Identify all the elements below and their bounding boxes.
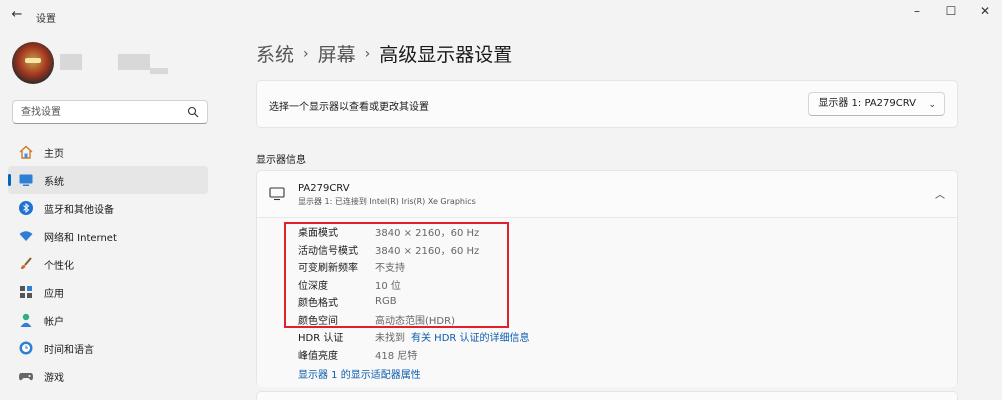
sidebar-item-apps[interactable]: 应用 xyxy=(8,278,208,306)
highlight-annotation-box xyxy=(284,222,509,328)
wifi-icon xyxy=(19,231,33,241)
sidebar-item-label: 个性化 xyxy=(44,260,74,272)
maximize-button[interactable]: ☐ xyxy=(934,0,968,24)
breadcrumb-separator: › xyxy=(364,45,371,62)
sidebar: 主页 系统 蓝牙和其他设备 网络和 Internet xyxy=(0,32,220,400)
select-display-card: 选择一个显示器以查看或更改其设置 显示器 1: PA279CRV ⌄ xyxy=(256,80,958,128)
clock-globe-icon xyxy=(19,341,33,355)
back-button[interactable]: ← xyxy=(8,6,26,24)
sidebar-item-home[interactable]: 主页 xyxy=(8,138,208,166)
sidebar-item-label: 网络和 Internet xyxy=(44,232,117,244)
sidebar-item-time-language[interactable]: 时间和语言 xyxy=(8,334,208,362)
account-icon xyxy=(20,313,32,327)
user-name-redacted xyxy=(60,54,82,70)
display-select-dropdown[interactable]: 显示器 1: PA279CRV ⌄ xyxy=(808,92,945,116)
monitor-icon xyxy=(269,187,285,201)
sidebar-item-account[interactable]: 帐户 xyxy=(8,306,208,334)
app-title: 设置 xyxy=(36,14,56,25)
breadcrumb: 系统 › 屏幕 › 高级显示器设置 xyxy=(256,40,512,67)
sidebar-item-label: 主页 xyxy=(44,148,64,160)
apps-icon xyxy=(20,286,32,298)
home-icon xyxy=(19,145,33,159)
gamepad-icon xyxy=(19,373,33,381)
bluetooth-icon xyxy=(19,201,33,215)
page-title: 高级显示器设置 xyxy=(379,44,513,66)
user-email-redacted-2 xyxy=(150,68,168,74)
info-label: HDR 认证 xyxy=(298,333,344,344)
search-box[interactable] xyxy=(12,100,208,124)
close-button[interactable]: ✕ xyxy=(968,0,1002,24)
minimize-button[interactable]: – xyxy=(900,0,934,24)
display-select-value: 显示器 1: PA279CRV xyxy=(818,98,916,109)
breadcrumb-system[interactable]: 系统 xyxy=(256,40,294,67)
brush-icon xyxy=(21,257,32,270)
window-controls: – ☐ ✕ xyxy=(900,0,1002,24)
display-info-section-title: 显示器信息 xyxy=(256,155,306,166)
search-input[interactable] xyxy=(21,104,181,120)
breadcrumb-separator: › xyxy=(303,45,309,62)
info-row-hdr-certification: HDR 认证 未找到 有关 HDR 认证的详细信息 xyxy=(298,328,530,345)
monitor-connection: 显示器 1: 已连接到 Intel(R) Iris(R) Xe Graphics xyxy=(298,197,476,206)
sidebar-item-label: 帐户 xyxy=(44,316,64,328)
display-info-header[interactable]: PA279CRV 显示器 1: 已连接到 Intel(R) Iris(R) Xe… xyxy=(257,171,957,218)
chevron-down-icon: ⌄ xyxy=(928,100,936,110)
info-row-peak-brightness: 峰值亮度 418 尼特 xyxy=(298,346,417,363)
hdr-certification-link[interactable]: 有关 HDR 认证的详细信息 xyxy=(411,329,530,344)
search-icon[interactable] xyxy=(187,106,199,118)
info-value: 418 尼特 xyxy=(375,350,418,362)
sidebar-item-label: 游戏 xyxy=(44,372,64,384)
breadcrumb-display[interactable]: 屏幕 xyxy=(318,40,356,67)
sidebar-item-gaming[interactable]: 游戏 xyxy=(8,362,208,390)
system-icon xyxy=(19,174,33,186)
sidebar-nav: 主页 系统 蓝牙和其他设备 网络和 Internet 个性化 应用 帐户 时间和… xyxy=(8,138,208,390)
sidebar-item-system[interactable]: 系统 xyxy=(8,166,208,194)
sidebar-item-label: 应用 xyxy=(44,288,64,300)
chevron-up-icon[interactable]: ︿ xyxy=(935,186,945,201)
user-email-redacted xyxy=(118,54,150,70)
sidebar-item-bluetooth[interactable]: 蓝牙和其他设备 xyxy=(8,194,208,222)
sidebar-item-network[interactable]: 网络和 Internet xyxy=(8,222,208,250)
info-label: 峰值亮度 xyxy=(298,350,338,362)
monitor-name: PA279CRV xyxy=(298,183,350,194)
title-bar: ← 设置 – ☐ ✕ xyxy=(0,0,1002,32)
info-value: 未找到 xyxy=(375,333,405,344)
sidebar-item-label: 蓝牙和其他设备 xyxy=(44,204,114,216)
display-adapter-properties-link[interactable]: 显示器 1 的显示适配器属性 xyxy=(298,366,421,381)
select-display-label: 选择一个显示器以查看或更改其设置 xyxy=(269,102,429,113)
sidebar-item-label: 时间和语言 xyxy=(44,344,94,356)
next-settings-card xyxy=(256,391,958,400)
sidebar-item-label: 系统 xyxy=(44,176,64,188)
sidebar-item-personalization[interactable]: 个性化 xyxy=(8,250,208,278)
avatar[interactable] xyxy=(12,42,54,84)
